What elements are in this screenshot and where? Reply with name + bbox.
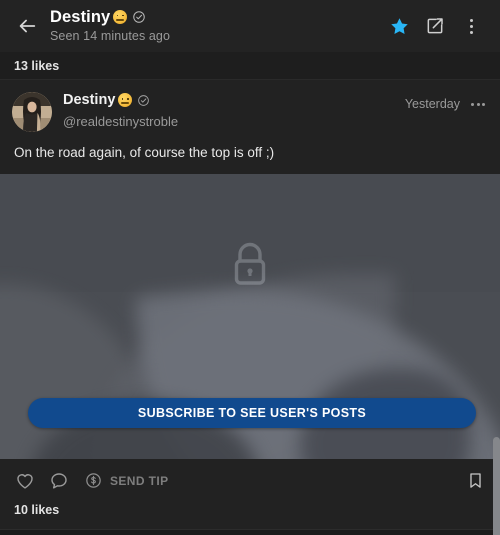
subscribe-button[interactable]: SUBSCRIBE TO SEE USER'S POSTS [28,397,476,428]
avatar-image [12,92,52,132]
share-icon [427,18,443,34]
post-identity: Destiny @realdestinystroble [63,92,405,129]
vertical-scrollbar[interactable] [493,437,500,535]
post-likes-count: 10 likes [0,502,500,529]
post-timestamp: Yesterday [404,97,460,111]
back-button[interactable] [10,9,44,43]
post-actions-left: SEND TIP [14,466,464,496]
share-button[interactable] [418,8,452,44]
conversation-likes-strip: 13 likes [0,52,500,80]
top-bar-titles[interactable]: Destiny Seen 14 minutes ago [50,9,382,44]
more-options-button[interactable] [454,8,488,44]
post-meta: Yesterday [405,92,488,113]
chat-post-screen: Destiny Seen 14 minutes ago 13 likes Des… [0,0,500,535]
comment-button[interactable] [48,466,70,496]
avatar[interactable] [12,92,52,132]
page-title: Destiny [50,7,111,26]
post-card: Destiny @realdestinystroble Yesterday On… [0,80,500,530]
zipper-mouth-face-emoji [118,93,133,108]
locked-media-area[interactable]: SUBSCRIBE TO SEE USER'S POSTS [0,173,500,459]
conversation-likes-count: 13 likes [14,58,60,73]
star-filled-icon [390,17,408,34]
verified-check-icon [132,10,146,24]
send-tip-label: SEND TIP [110,473,169,488]
send-tip-button[interactable]: SEND TIP [84,471,169,490]
post-header: Destiny @realdestinystroble Yesterday [0,80,500,132]
verified-check-icon [137,94,150,107]
heart-outline-icon [17,474,33,489]
dollar-circle-icon [86,473,101,489]
top-bar-actions [382,8,488,44]
zipper-mouth-face-emoji [113,10,128,24]
top-app-bar: Destiny Seen 14 minutes ago [0,0,500,52]
more-vertical-icon [462,16,480,36]
favorite-button[interactable] [382,8,416,44]
more-horizontal-icon[interactable] [468,95,488,113]
last-seen-status: Seen 14 minutes ago [50,29,171,44]
post-text: On the road again, of course the top is … [14,145,275,160]
post-action-bar: SEND TIP [0,458,500,503]
top-bar-name-row: Destiny [50,9,382,26]
comment-bubble-icon [51,473,67,489]
post-name-row: Destiny [63,93,405,108]
like-button[interactable] [14,466,36,496]
arrow-left-icon [19,19,36,33]
bookmark-button[interactable] [464,466,486,496]
bottom-divider [0,528,500,530]
post-handle[interactable]: @realdestinystroble [63,114,405,129]
post-display-name: Destiny [63,92,116,108]
bookmark-outline-icon [469,473,481,489]
lock-icon [229,240,271,293]
